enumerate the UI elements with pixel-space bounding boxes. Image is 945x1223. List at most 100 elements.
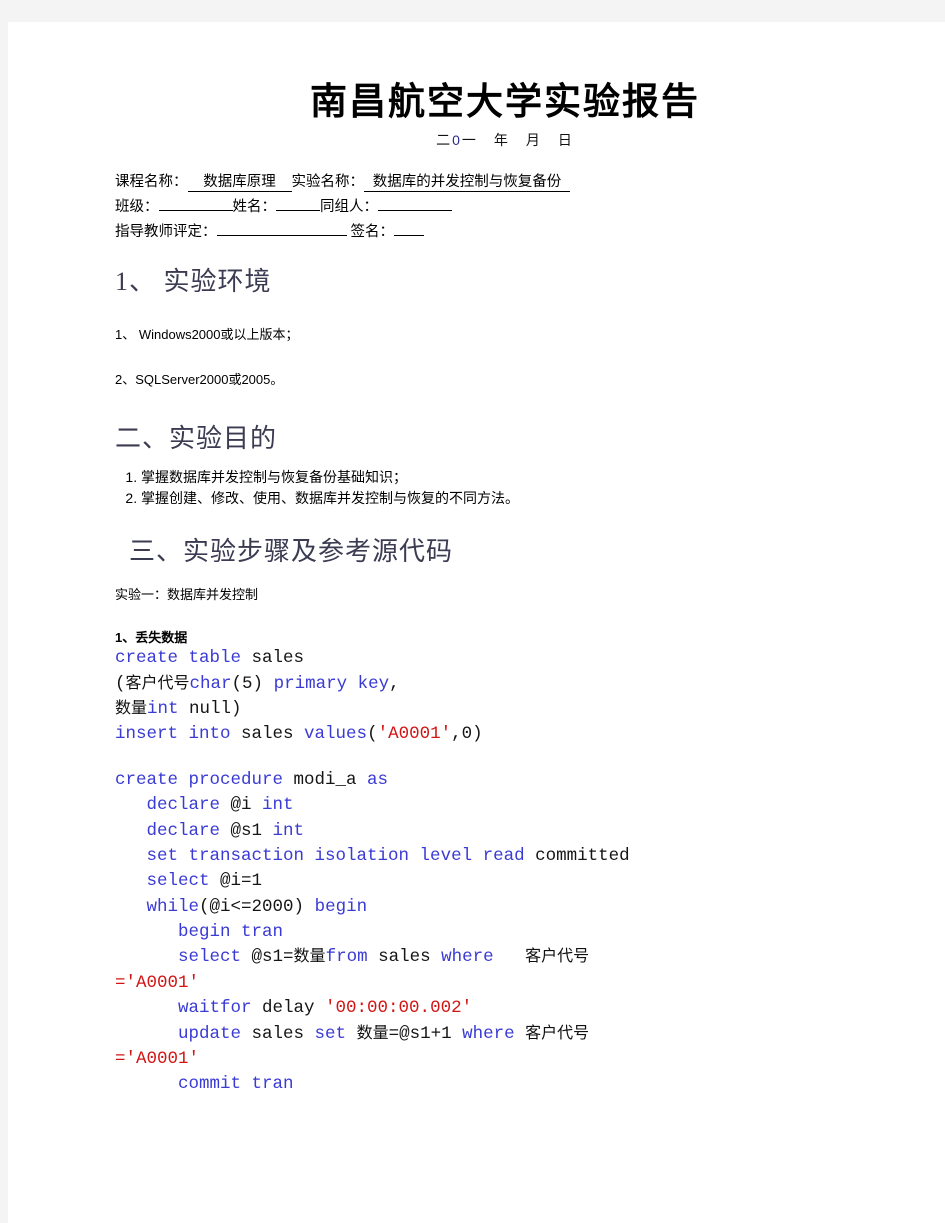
code-token: create table [115,648,252,669]
code-line: declare @i int [115,793,875,818]
code-token: 客户代号 [525,948,590,966]
name-value[interactable] [276,193,320,212]
experiment-one-label: 实验一：数据库并发控制 [115,587,259,603]
code-token: (5) [231,673,274,694]
date-prefix: 二 [436,132,453,149]
code-token: 'A0001' [377,724,452,745]
list-item: 掌握创建、修改、使用、数据库并发控制与恢复的不同方法。 [141,488,875,509]
code-token: begin tran [178,922,284,943]
code-line: declare @s1 int [115,819,875,844]
evaluation-value[interactable] [216,218,347,237]
report-info-block: 课程名称： 数据库原理 实验名称： 数据库的并发控制与恢复备份 班级： 姓名： 同组人： … [115,172,875,243]
code-token: @s1= [251,947,294,968]
code-token: 客户代号 [125,674,190,692]
code-token: (@i<=2000) [199,896,315,917]
heading-environment: 1、 实验环境 [115,267,272,297]
code-token: insert into [115,724,242,745]
code-line: while(@i<=2000) begin [115,895,875,920]
course-value[interactable]: 数据库原理 [187,174,292,193]
group-value[interactable] [378,193,452,212]
signature-value[interactable] [394,218,425,237]
code-token: as [367,769,389,790]
code-line: 数量int null) [115,697,875,722]
code-token: @s1 [230,820,273,841]
code-line: begin tran [115,920,875,945]
environment-item-1: 1、 Windows2000或以上版本； [115,327,299,343]
course-label: 课程名称： [115,174,188,191]
code-token: sales [241,724,305,745]
code-token: declare [146,795,231,816]
code-token: sales [378,947,442,968]
evaluation-label: 指导教师评定： [115,224,217,241]
code-line: commit tran [115,1072,875,1097]
code-token: create procedure [115,769,294,790]
code-token: ( [367,724,378,745]
heading-steps: 三、实验步骤及参考源代码 [129,537,454,567]
group-label: 同组人： [320,199,378,216]
heading-purpose: 二、实验目的 [115,424,278,454]
code-token: commit tran [178,1074,294,1095]
purpose-list: 掌握数据库并发控制与恢复备份基础知识； 掌握创建、修改、使用、数据库并发控制与恢… [115,467,875,509]
code-line: select @i=1 [115,869,875,894]
code-token: sales [251,1023,315,1044]
code-token: @i=1 [220,871,263,892]
code-token: committed [535,845,630,866]
code-token: 数量 [356,1024,389,1042]
code-token: ( [115,673,126,694]
signature-label: 签名： [350,224,395,241]
info-row-course: 课程名称： 数据库原理 实验名称： 数据库的并发控制与恢复备份 [115,172,875,193]
code-token: primary key [273,673,390,694]
code-token: =@s1+1 [388,1023,463,1044]
code-token: modi_a [293,769,368,790]
code-token: ='A0001' [115,972,200,993]
code-token: where [441,947,505,968]
code-token: waitfor [178,998,263,1019]
code-token: char [189,673,232,694]
code-token: 客户代号 [525,1024,590,1042]
info-row-class: 班级： 姓名： 同组人： [115,193,875,218]
code-line: create table sales [115,646,875,671]
code-token: '00:00:00.002' [325,998,473,1019]
code-token: sales [251,648,305,669]
class-label: 班级： [115,199,159,216]
code-block-procedure: create procedure modi_a as declare @i in… [115,768,875,1098]
code-token: select [178,947,252,968]
code-line: waitfor delay '00:00:00.002' [115,996,875,1021]
code-line: (客户代号char(5) primary key, [115,672,875,697]
code-line: set transaction isolation level read com… [115,844,875,869]
code-token: delay [262,998,326,1019]
code-token: @i [230,795,263,816]
code-line: create procedure modi_a as [115,768,875,793]
code-token: update [178,1023,252,1044]
code-token: while [146,896,200,917]
class-value[interactable] [158,193,233,212]
page-title: 南昌航空大学实验报告 [310,82,700,123]
code-token: null [189,699,232,720]
code-token: select [146,871,221,892]
experiment-label: 实验名称： [291,174,365,191]
code-token: , [389,673,400,694]
code-token: ) [231,699,242,720]
code-spacer [115,748,875,768]
code-token: declare [146,820,231,841]
code-line: select @s1=数量from sales where 客户代号 ='A00… [115,945,875,996]
experiment-value[interactable]: 数据库的并发控制与恢复备份 [364,174,570,193]
code-token: int [272,820,305,841]
code-token: set transaction isolation level read [146,845,536,866]
list-item: 掌握数据库并发控制与恢复备份基础知识； [141,467,875,488]
code-token: values [304,724,368,745]
lost-update-label: 1、丢失数据 [115,630,188,646]
date-suffix: 一 年 月 日 [461,132,574,149]
code-token: int [262,795,294,816]
